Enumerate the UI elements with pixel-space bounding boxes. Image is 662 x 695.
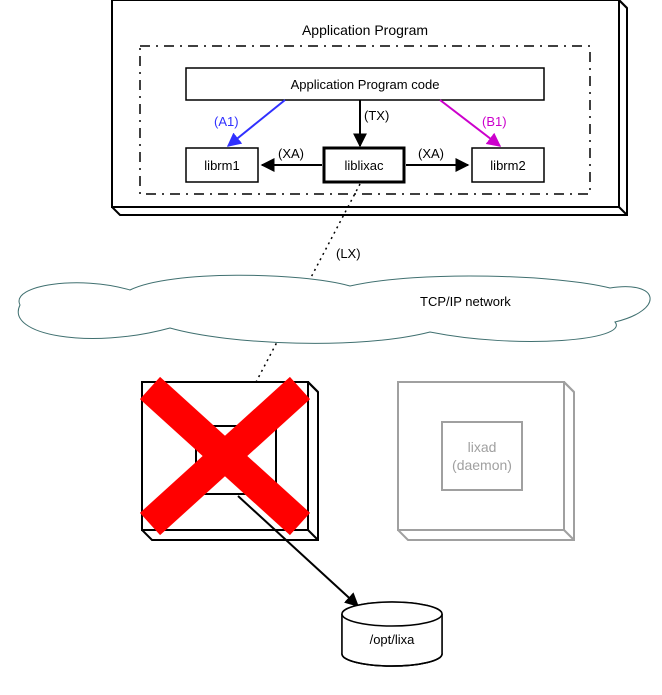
network-label: TCP/IP network (420, 294, 511, 309)
b1-label: (B1) (482, 114, 507, 129)
tx-label: (TX) (364, 108, 389, 123)
xa-left-label: (XA) (278, 146, 304, 161)
librm2-label: librm2 (490, 158, 525, 173)
librm1-label: librm1 (204, 158, 239, 173)
liblixac-label: liblixac (344, 158, 384, 173)
lx-label: (LX) (336, 246, 361, 261)
xa-right-label: (XA) (418, 146, 444, 161)
app-title: Application Program (302, 22, 428, 38)
lixad-label-1: lixad (468, 439, 497, 455)
lixad-label-2: (daemon) (452, 457, 512, 473)
disk-label: /opt/lixa (370, 632, 416, 647)
a1-label: (A1) (214, 114, 239, 129)
app-code-label: Application Program code (291, 77, 440, 92)
network-cloud (18, 275, 650, 343)
